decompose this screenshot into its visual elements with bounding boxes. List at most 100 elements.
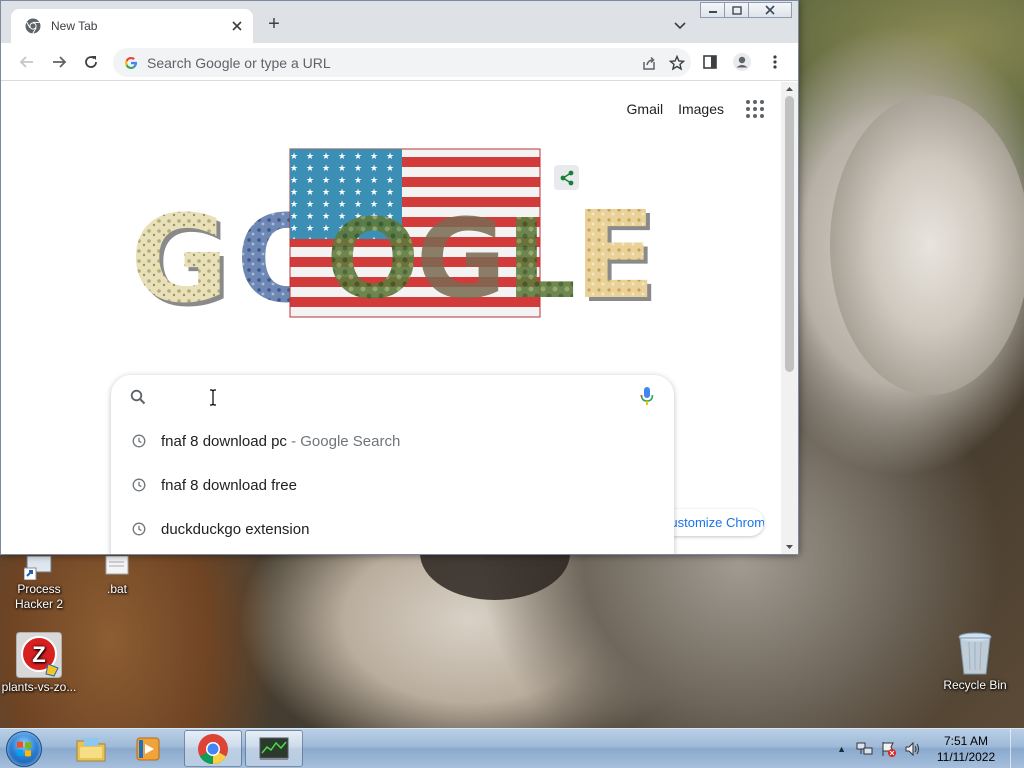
more-vert-icon <box>773 55 777 69</box>
chrome-favicon-icon <box>25 18 41 34</box>
history-clock-icon <box>132 522 146 536</box>
profile-button[interactable] <box>730 50 754 74</box>
suggestion-item[interactable]: fnaf 8 download free <box>111 463 674 507</box>
suggestion-source: - Google Search <box>286 432 401 450</box>
search-box[interactable] <box>111 375 674 419</box>
svg-text:G: G <box>130 191 229 330</box>
show-desktop-button[interactable] <box>1010 729 1024 768</box>
search-icon <box>130 389 146 405</box>
suggestion-text: fnaf 8 download pc - Google Search <box>161 433 400 450</box>
voice-search-mic-icon[interactable] <box>640 386 654 406</box>
desktop-icon-label: Process <box>17 582 61 596</box>
volume-icon[interactable] <box>904 741 922 757</box>
side-panel-icon <box>703 55 717 69</box>
taskbar-clock[interactable]: 7:51 AM 11/11/2022 <box>926 733 1006 765</box>
desktop-icon-label: plants-vs-zo... <box>1 680 77 694</box>
share-icon <box>643 56 655 70</box>
svg-text:Z: Z <box>32 642 45 667</box>
wallpaper-koala-ear <box>830 95 1024 395</box>
close-window-button[interactable] <box>748 2 792 18</box>
tab-search-button[interactable] <box>669 15 691 37</box>
history-clock-icon <box>132 434 146 448</box>
tab-new-tab[interactable]: New Tab <box>11 9 253 43</box>
share-nodes-icon <box>560 170 573 185</box>
taskbar-process-hacker[interactable] <box>245 730 303 767</box>
file-explorer-icon <box>76 737 106 761</box>
taskbar: ▲ 7:51 AM 11/11/2022 <box>0 728 1024 768</box>
suggestion-text: fnaf 8 download free <box>161 477 297 494</box>
address-bar[interactable]: Search Google or type a URL <box>113 48 691 77</box>
svg-text:L: L <box>506 195 576 323</box>
new-tab-page: Gmail Images ★ <box>1 82 798 554</box>
minimize-button[interactable] <box>700 2 725 18</box>
suggestion-query: fnaf 8 download pc <box>161 432 287 450</box>
network-icon[interactable] <box>856 741 874 757</box>
svg-text:E: E <box>574 187 656 326</box>
back-button[interactable] <box>15 50 39 74</box>
new-tab-button[interactable]: + <box>263 14 285 36</box>
taskbar-chrome[interactable] <box>184 730 242 767</box>
chrome-menu-button[interactable] <box>763 50 787 74</box>
taskbar-media-player[interactable] <box>120 730 178 767</box>
suggestion-item[interactable]: duckduckgo extension <box>111 507 674 551</box>
taskbar-file-explorer[interactable] <box>62 730 120 767</box>
recycle-bin-icon <box>957 632 993 676</box>
desktop-icon-bat[interactable]: .bat <box>77 555 157 597</box>
history-clock-icon <box>132 478 146 492</box>
svg-text:O: O <box>326 195 420 323</box>
start-button[interactable] <box>6 731 42 767</box>
suggestion-item[interactable]: fnaf 8 download pc - Google Search <box>111 419 674 463</box>
search-box-with-suggestions: fnaf 8 download pc - Google Search fnaf … <box>111 375 674 554</box>
action-center-flag-icon[interactable] <box>880 741 898 757</box>
page-scrollbar[interactable] <box>781 82 798 554</box>
google-apps-icon[interactable] <box>746 100 764 118</box>
arrow-right-icon <box>53 56 67 68</box>
side-panel-button[interactable] <box>698 50 722 74</box>
browser-toolbar: Search Google or type a URL <box>1 43 798 81</box>
images-link[interactable]: Images <box>678 101 724 117</box>
share-page-button[interactable] <box>635 51 663 75</box>
reload-icon <box>85 56 97 68</box>
close-tab-icon[interactable] <box>231 20 243 32</box>
reload-button[interactable] <box>79 50 103 74</box>
clock-date: 11/11/2022 <box>936 750 996 764</box>
ntp-top-links: Gmail Images <box>612 100 764 118</box>
google-g-icon <box>125 56 137 69</box>
suggestion-query: duckduckgo extension <box>161 520 310 538</box>
desktop-icon-label: Hacker 2 <box>14 597 64 611</box>
desktop-icon-label: Recycle Bin <box>943 678 1007 692</box>
doodle-share-button[interactable] <box>554 165 579 190</box>
desktop-icon-recycle-bin[interactable]: Recycle Bin <box>935 632 1015 693</box>
scroll-up-arrow-icon[interactable] <box>781 84 798 94</box>
desktop-icon-process-hacker[interactable]: Process Hacker 2 <box>0 555 79 612</box>
text-cursor-icon <box>210 388 216 406</box>
window-controls <box>700 2 792 18</box>
batch-file-icon <box>102 555 132 580</box>
chevron-down-icon <box>674 22 686 30</box>
scroll-down-arrow-icon[interactable] <box>781 542 798 552</box>
show-hidden-icons-icon[interactable]: ▲ <box>837 744 846 754</box>
restore-icon <box>731 6 742 15</box>
process-hacker-taskbar-icon <box>259 737 289 760</box>
windows-logo-icon <box>17 741 31 757</box>
address-bar-placeholder: Search Google or type a URL <box>147 54 331 71</box>
arrow-left-icon <box>19 56 33 68</box>
gmail-link[interactable]: Gmail <box>627 101 664 117</box>
bookmark-button[interactable] <box>663 51 691 75</box>
maximize-button[interactable] <box>724 2 749 18</box>
scrollbar-thumb[interactable] <box>785 96 794 372</box>
desktop-icon-plants-vs-zombies[interactable]: Z plants-vs-zo... <box>0 631 79 695</box>
close-icon <box>765 5 775 15</box>
media-player-icon <box>136 737 160 760</box>
minimize-icon <box>708 11 717 13</box>
tab-strip: New Tab + <box>1 1 798 43</box>
chrome-icon <box>198 733 228 764</box>
svg-text:G: G <box>416 195 506 323</box>
plants-vs-zombies-icon: Z <box>15 631 63 679</box>
process-hacker-icon <box>23 555 54 581</box>
forward-button[interactable] <box>47 50 71 74</box>
suggestion-text: duckduckgo extension <box>161 521 309 538</box>
chrome-window: New Tab + Search Google or type a URL Gm… <box>0 0 799 555</box>
profile-avatar-icon <box>733 53 751 71</box>
system-tray: ▲ 7:51 AM 11/11/2022 <box>837 729 1024 768</box>
